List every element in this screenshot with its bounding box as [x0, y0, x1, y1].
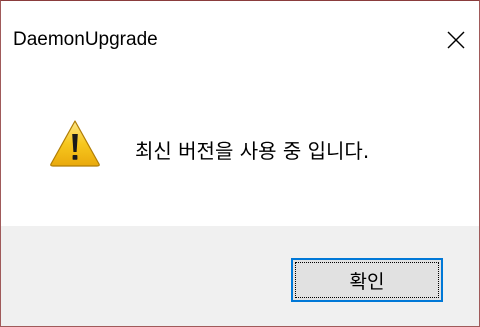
dialog-content: 최신 버전을 사용 중 입니다. [1, 81, 479, 226]
close-icon [447, 31, 465, 49]
warning-icon [50, 120, 100, 167]
close-button[interactable] [433, 15, 479, 65]
window-title: DaemonUpgrade [13, 29, 158, 50]
message-dialog: DaemonUpgrade 최신 버전을 사용 중 입니다. 확인 [0, 0, 480, 327]
button-bar: 확인 [1, 226, 479, 326]
ok-button[interactable]: 확인 [291, 258, 443, 302]
ok-button-label: 확인 [349, 270, 385, 293]
title-bar[interactable]: DaemonUpgrade [1, 1, 479, 81]
message-text: 최신 버전을 사용 중 입니다. [135, 139, 370, 163]
